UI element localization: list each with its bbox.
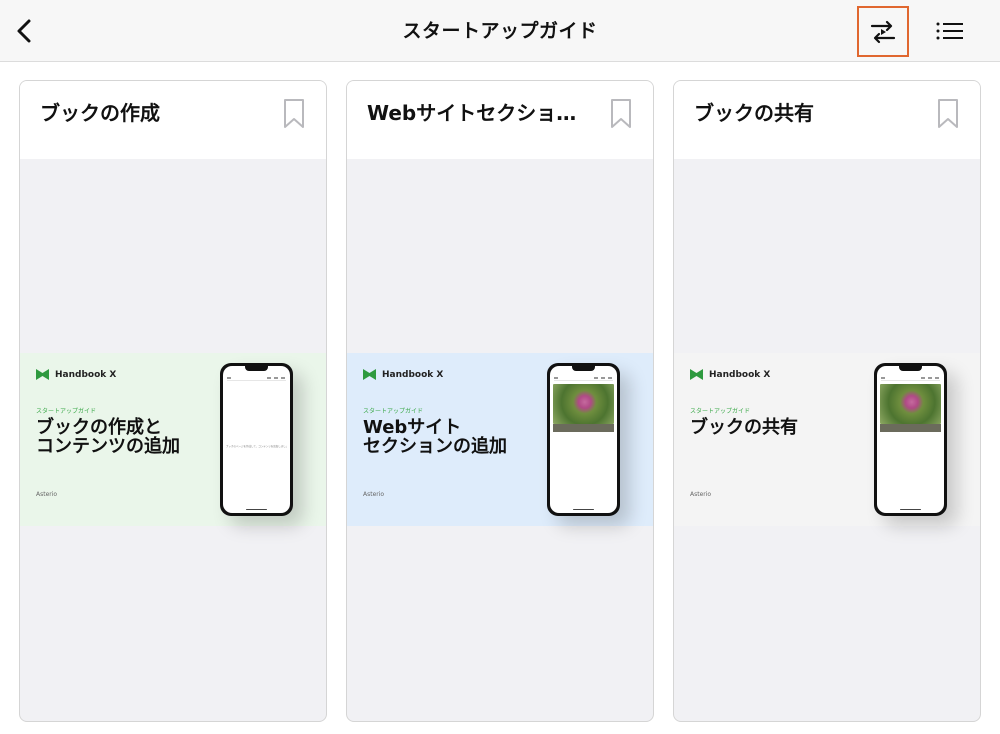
headline-line: Webサイト — [363, 417, 462, 438]
card-title: ブックの作成 — [40, 101, 160, 125]
card-thumbnail: Handbook X スタートアップガイド ブックの共有 Asterio — [674, 353, 980, 526]
brand-name: Handbook X — [55, 369, 117, 380]
bookmark-icon[interactable] — [282, 98, 306, 130]
brand-name: Handbook X — [709, 369, 771, 380]
headline-line: ブックの共有 — [690, 417, 798, 438]
brand-logo: Handbook X — [690, 369, 770, 380]
card-header: ブックの共有 — [674, 81, 980, 159]
phone-screen-text: ブックのページを作成して、コンテンツを追加しましょう — [226, 445, 287, 448]
page-title: スタートアップガイド — [402, 20, 598, 42]
brand-logo: Handbook X — [36, 369, 116, 380]
headline-line: セクションの追加 — [363, 436, 507, 457]
phone-mockup: ブックのページを作成して、コンテンツを追加しましょう — [220, 363, 293, 516]
phone-mockup — [547, 363, 620, 516]
card-website-section[interactable]: Webサイトセクショ… Handbook X スタートアップガイド Webサイト… — [346, 80, 654, 722]
card-header: ブックの作成 — [20, 81, 326, 159]
slideshow-swap-icon — [870, 20, 896, 43]
slideshow-button[interactable] — [857, 6, 909, 57]
card-book-sharing[interactable]: ブックの共有 Handbook X スタートアップガイド ブックの共有 Aste… — [673, 80, 981, 722]
banner-subtitle: スタートアップガイド — [363, 408, 424, 415]
card-book-creation[interactable]: ブックの作成 Handbook X スタートアップガイド ブックの作成と コンテ… — [19, 80, 327, 722]
list-menu-icon — [936, 22, 963, 40]
banner-subtitle: スタートアップガイド — [36, 408, 97, 415]
banner-headline: ブックの共有 — [690, 418, 880, 437]
card-header: Webサイトセクショ… — [347, 81, 653, 159]
flower-image — [880, 384, 941, 424]
card-title: Webサイトセクショ… — [367, 101, 577, 125]
navigation-bar: スタートアップガイド — [0, 0, 1000, 62]
headline-line: ブックの作成と — [36, 417, 162, 438]
banner-subtitle: スタートアップガイド — [690, 408, 751, 415]
brand-logo: Handbook X — [363, 369, 443, 380]
menu-button[interactable] — [929, 12, 971, 50]
bookmark-icon[interactable] — [936, 98, 960, 130]
banner-headline: ブックの作成と コンテンツの追加 — [36, 418, 226, 456]
handbook-logo-icon — [690, 369, 703, 380]
headline-line: コンテンツの追加 — [36, 436, 180, 457]
phone-mockup — [874, 363, 947, 516]
footer-logo: Asterio — [690, 491, 712, 498]
handbook-logo-icon — [36, 369, 49, 380]
card-thumbnail: Handbook X スタートアップガイド ブックの作成と コンテンツの追加 A… — [20, 353, 326, 526]
card-thumbnail: Handbook X スタートアップガイド Webサイト セクションの追加 As… — [347, 353, 653, 526]
flower-image — [553, 384, 614, 424]
footer-logo: Asterio — [363, 491, 385, 498]
card-grid: ブックの作成 Handbook X スタートアップガイド ブックの作成と コンテ… — [19, 80, 981, 722]
card-title: ブックの共有 — [694, 101, 814, 125]
footer-logo: Asterio — [36, 491, 58, 498]
handbook-logo-icon — [363, 369, 376, 380]
bookmark-icon[interactable] — [609, 98, 633, 130]
banner-headline: Webサイト セクションの追加 — [363, 418, 553, 456]
brand-name: Handbook X — [382, 369, 444, 380]
